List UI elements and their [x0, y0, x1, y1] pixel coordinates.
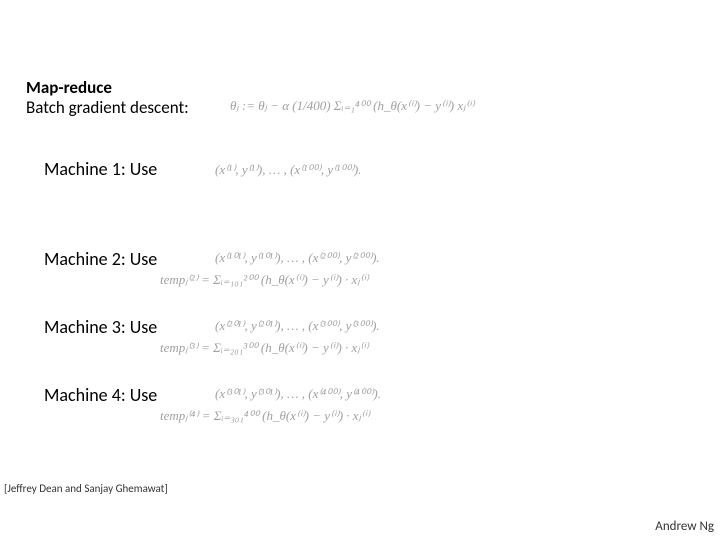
author-credit: Andrew Ng	[655, 519, 714, 534]
slide-heading: Map-reduce Batch gradient descent:	[26, 78, 189, 118]
machine-2-temp: tempⱼ⁽²⁾ = Σᵢ₌₁₀₁²⁰⁰ (h_θ(x⁽ⁱ⁾) − y⁽ⁱ⁾) …	[160, 272, 368, 288]
machine-3-range: (x⁽²⁰¹⁾, y⁽²⁰¹⁾), … , (x⁽³⁰⁰⁾, y⁽³⁰⁰⁾).	[215, 318, 380, 334]
machine-3-label: Machine 3: Use	[44, 316, 157, 338]
machine-1-label: Machine 1: Use	[44, 158, 157, 180]
formula-gradient-update: θⱼ := θⱼ − α (1/400) Σᵢ₌₁⁴⁰⁰ (h_θ(x⁽ⁱ⁾) …	[230, 98, 474, 114]
machine-2-label: Machine 2: Use	[44, 248, 157, 270]
heading-subtitle: Batch gradient descent:	[26, 97, 189, 118]
citation: [Jeffrey Dean and Sanjay Ghemawat]	[4, 482, 168, 495]
machine-4-label: Machine 4: Use	[44, 384, 157, 406]
machine-2-range: (x⁽¹⁰¹⁾, y⁽¹⁰¹⁾), … , (x⁽²⁰⁰⁾, y⁽²⁰⁰⁾).	[215, 250, 380, 266]
machine-3-temp: tempⱼ⁽³⁾ = Σᵢ₌₂₀₁³⁰⁰ (h_θ(x⁽ⁱ⁾) − y⁽ⁱ⁾) …	[160, 340, 368, 356]
machine-4-range: (x⁽³⁰¹⁾, y⁽³⁰¹⁾), … , (x⁽⁴⁰⁰⁾, y⁽⁴⁰⁰⁾).	[215, 386, 381, 402]
machine-1-range: (x⁽¹⁾, y⁽¹⁾), … , (x⁽¹⁰⁰⁾, y⁽¹⁰⁰⁾).	[215, 162, 361, 178]
machine-4-temp: tempⱼ⁽⁴⁾ = Σᵢ₌₃₀₁⁴⁰⁰ (h_θ(x⁽ⁱ⁾) − y⁽ⁱ⁾) …	[160, 408, 370, 424]
heading-title: Map-reduce	[26, 77, 112, 98]
slide: Map-reduce Batch gradient descent: θⱼ :=…	[0, 0, 720, 540]
